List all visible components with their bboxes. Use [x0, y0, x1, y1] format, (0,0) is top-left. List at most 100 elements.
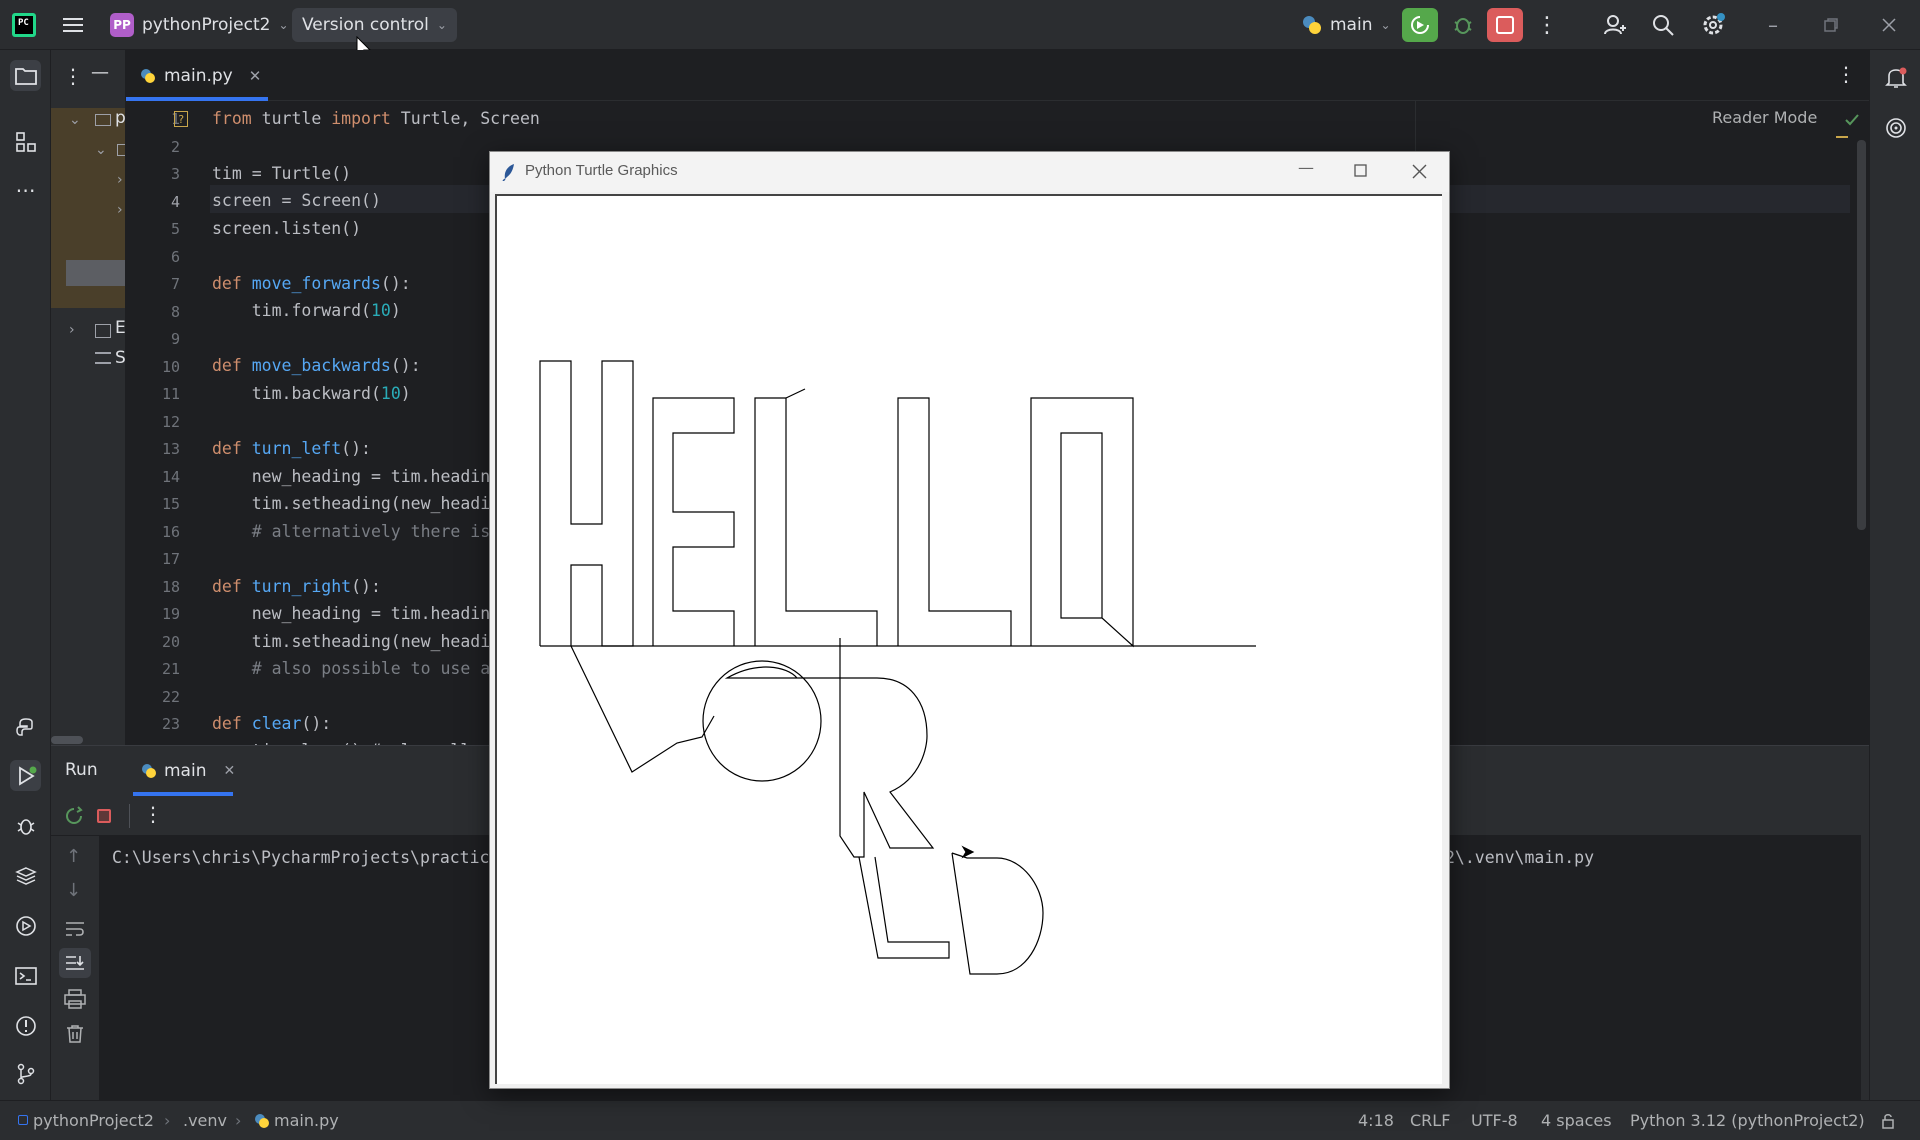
stop-icon: [1496, 16, 1514, 34]
code-line-15: tim.setheading(new_headi: [212, 494, 491, 513]
project-options-icon[interactable]: ⋮: [63, 64, 83, 88]
python-file-icon: [140, 68, 156, 84]
rerun-icon: [1411, 16, 1429, 34]
git-icon[interactable]: [10, 1058, 41, 1089]
turtle-window-titlebar[interactable]: Python Turtle Graphics —: [490, 152, 1449, 192]
code-line-7: def move_forwards():: [212, 274, 411, 293]
terminal-icon[interactable]: [10, 960, 41, 991]
run-tab-main[interactable]: main ✕: [133, 746, 243, 796]
turtle-drawing: [539, 360, 1256, 975]
selected-tree-row[interactable]: [66, 260, 125, 286]
close-tab-icon[interactable]: ✕: [249, 67, 262, 85]
folder-icon: [117, 144, 125, 156]
close-tab-icon[interactable]: ✕: [223, 763, 235, 779]
python-interpreter[interactable]: Python 3.12 (pythonProject2): [1630, 1111, 1865, 1130]
code-line-14: new_heading = tim.headin: [212, 467, 491, 486]
soft-wrap-icon[interactable]: [64, 920, 86, 938]
breadcrumb-file[interactable]: main.py: [274, 1111, 339, 1130]
scroll-to-end-button[interactable]: [59, 948, 91, 978]
more-options-icon[interactable]: ⋮: [143, 802, 163, 826]
rerun-button[interactable]: [1402, 8, 1438, 42]
problems-icon[interactable]: [10, 1010, 41, 1041]
vertical-scrollbar[interactable]: [1857, 140, 1866, 530]
python-console-icon[interactable]: [10, 712, 41, 743]
ai-assistant-icon[interactable]: [1880, 112, 1911, 143]
indent-setting[interactable]: 4 spaces: [1541, 1111, 1612, 1130]
tree-item-external-libraries[interactable]: E: [115, 318, 125, 338]
expand-arrow-icon[interactable]: ›: [69, 322, 75, 338]
code-line-20: tim.setheading(new_headi: [212, 632, 491, 651]
notifications-icon[interactable]: [1880, 62, 1911, 93]
file-encoding[interactable]: UTF-8: [1471, 1111, 1518, 1130]
lock-icon[interactable]: [1880, 1112, 1898, 1130]
turtle-letter-l2: [897, 397, 1012, 646]
expand-arrow-icon[interactable]: ›: [117, 172, 123, 188]
scroll-up-icon[interactable]: ↑: [66, 846, 81, 867]
reader-mode-toggle[interactable]: Reader Mode: [1712, 108, 1817, 127]
rerun-icon[interactable]: [64, 806, 84, 826]
project-badge: PP: [110, 13, 134, 37]
feather-icon: [502, 164, 514, 181]
tree-item-scratches[interactable]: S: [115, 348, 125, 368]
python-packages-icon[interactable]: [10, 860, 41, 891]
bug-icon: [1454, 18, 1472, 34]
services-icon[interactable]: [10, 910, 41, 941]
project-panel: ⋮ — ⌄ p ⌄ › › › E S: [51, 50, 126, 745]
debug-tool-icon[interactable]: [10, 810, 41, 841]
turtle-stray-stroke: [785, 388, 806, 399]
search-icon[interactable]: [1648, 10, 1678, 40]
code-line-4: screen = Screen(): [212, 191, 381, 210]
main-menu-icon[interactable]: [60, 13, 86, 37]
expand-arrow-icon[interactable]: ›: [117, 202, 123, 218]
close-window-icon[interactable]: [1876, 12, 1902, 38]
restore-window-icon[interactable]: [1818, 12, 1844, 38]
python-icon: [141, 763, 157, 779]
close-window-icon[interactable]: [1412, 164, 1427, 179]
breadcrumb-separator-icon: ›: [235, 1111, 242, 1130]
expand-arrow-icon[interactable]: ⌄: [95, 142, 107, 158]
settings-gear-icon[interactable]: [1698, 10, 1728, 40]
structure-tool-icon[interactable]: [10, 126, 41, 157]
expand-arrow-icon[interactable]: ⌄: [69, 112, 81, 128]
trash-icon[interactable]: [65, 1024, 85, 1044]
run-tool-icon[interactable]: [10, 760, 41, 791]
print-icon[interactable]: [64, 989, 86, 1009]
run-config-selector[interactable]: main ⌄: [1292, 8, 1401, 42]
tab-label: main.py: [164, 65, 233, 86]
inspection-ok-icon[interactable]: [1844, 112, 1860, 128]
add-user-icon[interactable]: [1600, 10, 1630, 40]
maximize-window-icon[interactable]: [1354, 164, 1368, 178]
debug-button[interactable]: [1448, 10, 1478, 40]
turtle-canvas[interactable]: [495, 194, 1442, 1084]
minimize-window-icon[interactable]: —: [1298, 158, 1314, 177]
tree-item-project[interactable]: p: [115, 108, 125, 128]
horizontal-scrollbar[interactable]: [51, 736, 83, 744]
stop-button[interactable]: [1487, 8, 1523, 42]
tab-options-icon[interactable]: ⋮: [1836, 62, 1856, 86]
breadcrumb-venv[interactable]: .venv: [183, 1111, 227, 1130]
python-icon: [1302, 15, 1322, 35]
intention-bulb-icon[interactable]: ?: [174, 111, 188, 127]
more-tools-icon[interactable]: ⋯: [10, 174, 41, 205]
line-separator[interactable]: CRLF: [1410, 1111, 1450, 1130]
code-line-10: def move_backwards():: [212, 356, 421, 375]
code-line-3: tim = Turtle(): [212, 164, 352, 183]
turtle-letter-l3: [858, 856, 950, 959]
code-line-13: def turn_left():: [212, 439, 371, 458]
more-actions-icon[interactable]: ⋮: [1536, 12, 1558, 38]
breadcrumb-project[interactable]: pythonProject2: [33, 1111, 154, 1130]
scroll-down-icon[interactable]: ↓: [66, 880, 81, 901]
project-tool-icon[interactable]: [10, 60, 41, 91]
pycharm-logo-icon: PC: [12, 13, 36, 37]
caret-position[interactable]: 4:18: [1358, 1111, 1394, 1130]
version-control-button[interactable]: Version control ⌄: [292, 8, 457, 42]
stop-icon[interactable]: [97, 809, 111, 823]
turtle-graphics-window[interactable]: Python Turtle Graphics —: [489, 151, 1450, 1089]
code-line-11: tim.backward(10): [212, 384, 411, 403]
tab-main-py[interactable]: main.py ✕: [126, 50, 275, 101]
project-switcher[interactable]: PP pythonProject2 ⌄: [100, 8, 299, 42]
run-tab-label: main: [164, 761, 207, 781]
minimize-window-icon[interactable]: –: [1760, 12, 1786, 38]
hide-panel-icon[interactable]: —: [91, 62, 109, 83]
turtle-letter-h: [539, 360, 634, 647]
